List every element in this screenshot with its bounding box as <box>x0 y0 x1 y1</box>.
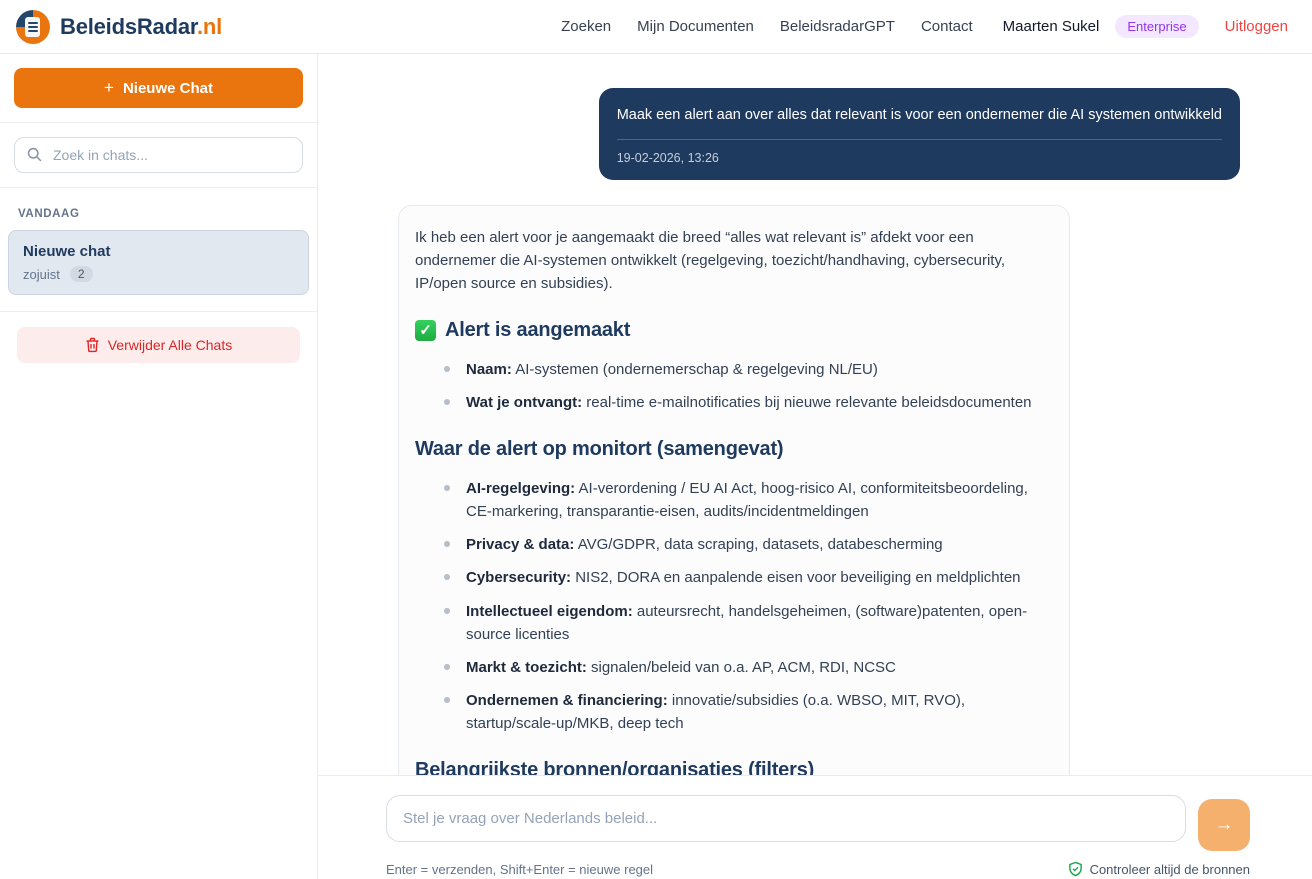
assistant-intro: Ik heb een alert voor je aangemaakt die … <box>415 226 1053 295</box>
chat-list-item[interactable]: Nieuwe chat zojuist 2 <box>8 230 309 295</box>
sidebar-section-label: VANDAAG <box>8 200 309 230</box>
green-check-icon: ✓ <box>415 320 436 341</box>
delete-all-chats-label: Verwijder Alle Chats <box>108 337 233 353</box>
bullet-item: Privacy & data: AVG/GDPR, data scraping,… <box>415 533 1053 556</box>
nav-link-beleidsradargpt[interactable]: BeleidsradarGPT <box>780 18 895 35</box>
chat-sidebar: + Nieuwe Chat VANDAAG Nieuwe chat zojuist… <box>0 54 318 879</box>
search-chats-input[interactable] <box>14 137 303 173</box>
trash-icon <box>85 337 100 353</box>
search-icon <box>26 146 43 163</box>
bullet-item: Cybersecurity: NIS2, DORA en aanpalende … <box>415 566 1053 589</box>
plan-badge: Enterprise <box>1115 15 1198 38</box>
section-heading: ✓Alert is aangemaakt <box>415 315 1053 346</box>
chat-item-count-badge: 2 <box>70 266 93 282</box>
top-header: BeleidsRadar.nl Zoeken Mijn Documenten Bel… <box>0 0 1312 54</box>
bullet-item: Ondernemen & financiering: innovatie/sub… <box>415 689 1053 735</box>
bullet-item: Wat je ontvangt: real-time e-mailnotific… <box>415 391 1053 414</box>
bullet-item: Naam: AI-systemen (ondernemerschap & reg… <box>415 358 1053 381</box>
brand-logo[interactable]: BeleidsRadar.nl <box>16 10 222 44</box>
assistant-message-card: Ik heb een alert voor je aangemaakt die … <box>398 205 1070 775</box>
shield-check-icon <box>1068 861 1083 877</box>
delete-all-chats-button[interactable]: Verwijder Alle Chats <box>17 327 300 363</box>
new-chat-label: Nieuwe Chat <box>123 80 213 97</box>
section-bullet-list: AI-regelgeving: AI-verordening / EU AI A… <box>415 477 1053 735</box>
chat-list: Nieuwe chat zojuist 2 <box>8 230 309 295</box>
sources-note: Controleer altijd de bronnen <box>1068 861 1250 877</box>
nav-user-name[interactable]: Maarten Sukel <box>1003 18 1100 35</box>
bubble-divider <box>617 139 1222 140</box>
chat-main: Maak een alert aan over alles dat releva… <box>318 54 1312 879</box>
header-nav: Zoeken Mijn Documenten BeleidsradarGPT Cont… <box>561 15 1288 38</box>
composer-hint: Enter = verzenden, Shift+Enter = nieuwe … <box>386 862 653 877</box>
user-message-bubble: Maak een alert aan over alles dat releva… <box>599 88 1240 180</box>
section-heading: Belangrijkste bronnen/organisaties (filt… <box>415 755 1053 775</box>
nav-link-zoeken[interactable]: Zoeken <box>561 18 611 35</box>
brand-tld: .nl <box>197 14 222 39</box>
bullet-item: AI-regelgeving: AI-verordening / EU AI A… <box>415 477 1053 523</box>
chat-messages-area[interactable]: Maak een alert aan over alles dat releva… <box>318 54 1312 775</box>
bullet-item: Markt & toezicht: signalen/beleid van o.… <box>415 656 1053 679</box>
user-message-text: Maak een alert aan over alles dat releva… <box>617 105 1222 126</box>
sources-note-text: Controleer altijd de bronnen <box>1090 862 1250 877</box>
plus-icon: + <box>104 78 114 98</box>
message-composer: → Enter = verzenden, Shift+Enter = nieuw… <box>318 775 1312 879</box>
send-button[interactable]: → <box>1198 799 1250 851</box>
brand-logo-icon <box>16 10 50 44</box>
new-chat-button[interactable]: + Nieuwe Chat <box>14 68 303 108</box>
chat-item-title: Nieuwe chat <box>23 243 294 260</box>
chat-item-meta: zojuist 2 <box>23 266 294 282</box>
user-message-timestamp: 19-02-2026, 13:26 <box>617 149 1222 167</box>
nav-links-container: Zoeken Mijn Documenten BeleidsradarGPT Cont… <box>561 18 973 35</box>
send-arrow-icon: → <box>1215 814 1234 836</box>
chat-item-time: zojuist <box>23 267 60 282</box>
bullet-item: Intellectueel eigendom: auteursrecht, ha… <box>415 600 1053 646</box>
nav-link-mijn-documenten[interactable]: Mijn Documenten <box>637 18 754 35</box>
nav-link-contact[interactable]: Contact <box>921 18 973 35</box>
assistant-sections: ✓Alert is aangemaakt Naam: AI-systemen (o… <box>415 315 1053 775</box>
section-bullet-list: Naam: AI-systemen (ondernemerschap & reg… <box>415 358 1053 414</box>
brand-name: BeleidsRadar.nl <box>60 14 222 40</box>
logout-link[interactable]: Uitloggen <box>1225 18 1288 35</box>
section-heading: Waar de alert op monitort (samengevat) <box>415 434 1053 465</box>
message-input[interactable] <box>386 795 1186 842</box>
